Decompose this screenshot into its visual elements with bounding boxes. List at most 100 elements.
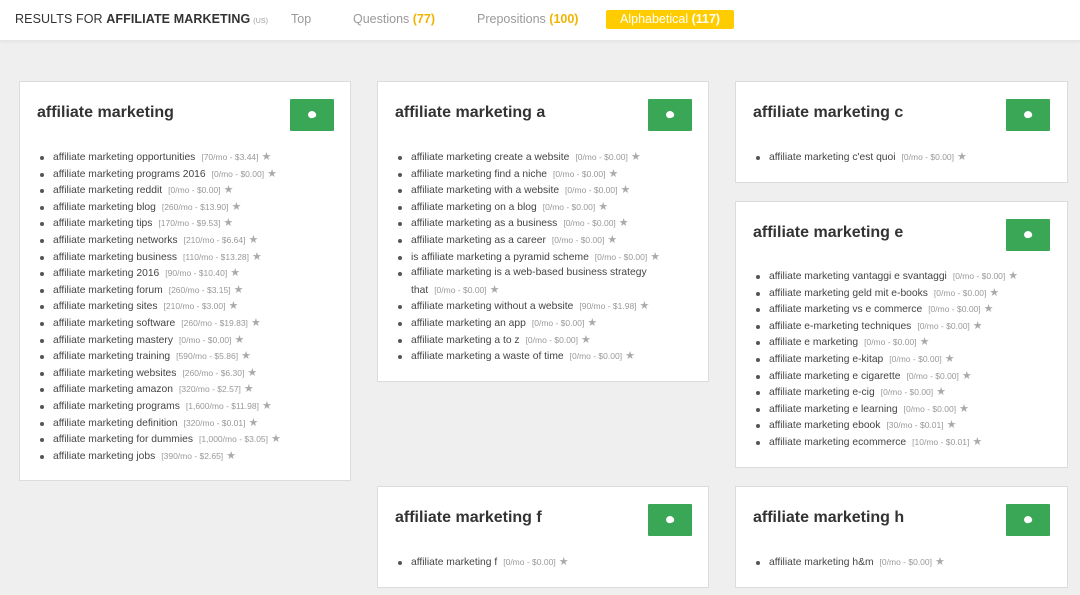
suggestion-text[interactable]: affiliate marketing ebook xyxy=(769,420,880,431)
copy-button[interactable] xyxy=(1006,219,1050,251)
suggestion-item[interactable]: affiliate marketing tips [170/mo - $9.53]… xyxy=(40,215,281,232)
suggestion-item[interactable]: affiliate marketing create a website [0/m… xyxy=(397,149,660,166)
suggestion-item[interactable]: affiliate marketing networks [210/mo - $6… xyxy=(40,232,281,249)
star-icon[interactable]: ★ xyxy=(241,350,251,362)
suggestion-text[interactable]: affiliate marketing opportunities xyxy=(53,152,195,163)
suggestion-item[interactable]: affiliate marketing geld mit e-books [0/m… xyxy=(755,285,1018,302)
suggestion-text[interactable]: affiliate marketing as a business xyxy=(411,218,557,229)
suggestion-text[interactable]: affiliate marketing amazon xyxy=(53,384,173,395)
star-icon[interactable]: ★ xyxy=(957,151,967,163)
suggestion-text[interactable]: affiliate marketing for dummies xyxy=(53,434,193,445)
tab-alphabetical[interactable]: Alphabetical (117) xyxy=(606,10,735,29)
suggestion-item[interactable]: affiliate marketing reddit [0/mo - $0.00]… xyxy=(40,182,281,199)
copy-button[interactable] xyxy=(1006,504,1050,536)
suggestion-text[interactable]: affiliate marketing is a web-based busin… xyxy=(411,267,647,278)
star-icon[interactable]: ★ xyxy=(262,151,272,163)
suggestion-text[interactable]: affiliate marketing sites xyxy=(53,301,158,312)
suggestion-item[interactable]: affiliate marketing on a blog [0/mo - $0.… xyxy=(397,199,660,216)
suggestion-text[interactable]: is affiliate marketing a pyramid scheme xyxy=(411,252,589,263)
star-icon[interactable]: ★ xyxy=(962,370,972,382)
star-icon[interactable]: ★ xyxy=(249,417,259,429)
suggestion-item[interactable]: affiliate marketing an app [0/mo - $0.00]… xyxy=(397,315,660,332)
star-icon[interactable]: ★ xyxy=(226,450,236,462)
suggestion-item[interactable]: affiliate marketing vs e commerce [0/mo -… xyxy=(755,301,1018,318)
star-icon[interactable]: ★ xyxy=(607,234,617,246)
suggestion-item[interactable]: affiliate marketing f [0/mo - $0.00] ★ xyxy=(398,554,569,571)
star-icon[interactable]: ★ xyxy=(920,336,930,348)
star-icon[interactable]: ★ xyxy=(936,386,946,398)
suggestion-text[interactable]: affiliate marketing a waste of time xyxy=(411,351,564,362)
star-icon[interactable]: ★ xyxy=(959,403,969,415)
star-icon[interactable]: ★ xyxy=(248,234,258,246)
suggestion-text[interactable]: affiliate marketing with a website xyxy=(411,185,559,196)
suggestion-text[interactable]: affiliate marketing on a blog xyxy=(411,202,537,213)
suggestion-item[interactable]: affiliate marketing 2016 [90/mo - $10.40]… xyxy=(40,265,281,282)
suggestion-item[interactable]: affiliate marketing with a website [0/mo … xyxy=(397,182,660,199)
star-icon[interactable]: ★ xyxy=(989,287,999,299)
star-icon[interactable]: ★ xyxy=(231,201,241,213)
tab-top[interactable]: Top xyxy=(291,10,311,29)
suggestion-text[interactable]: affiliate marketing forum xyxy=(53,285,163,296)
suggestion-text[interactable]: affiliate marketing c'est quoi xyxy=(769,152,896,163)
suggestion-text[interactable]: affiliate marketing software xyxy=(53,318,175,329)
suggestion-item[interactable]: affiliate e-marketing techniques [0/mo - … xyxy=(755,318,1018,335)
star-icon[interactable]: ★ xyxy=(621,184,631,196)
star-icon[interactable]: ★ xyxy=(490,284,500,296)
suggestion-text[interactable]: affiliate marketing e cigarette xyxy=(769,371,900,382)
suggestion-item[interactable]: affiliate marketing jobs [390/mo - $2.65]… xyxy=(40,448,281,465)
suggestion-text[interactable]: affiliate marketing a to z xyxy=(411,335,520,346)
suggestion-item[interactable]: is affiliate marketing a pyramid scheme [… xyxy=(397,249,660,266)
suggestion-text[interactable]: affiliate marketing e-kitap xyxy=(769,354,883,365)
tab-prepositions[interactable]: Prepositions (100) xyxy=(477,10,578,29)
star-icon[interactable]: ★ xyxy=(973,320,983,332)
suggestion-text[interactable]: affiliate marketing 2016 xyxy=(53,268,159,279)
suggestion-item[interactable]: affiliate marketing amazon [320/mo - $2.5… xyxy=(40,381,281,398)
suggestion-text[interactable]: affiliate marketing vs e commerce xyxy=(769,304,922,315)
suggestion-text[interactable]: affiliate marketing tips xyxy=(53,218,152,229)
suggestion-item[interactable]: affiliate marketing definition [320/mo - … xyxy=(40,415,281,432)
star-icon[interactable]: ★ xyxy=(224,184,234,196)
suggestion-text[interactable]: affiliate marketing ecommerce xyxy=(769,437,906,448)
suggestion-item[interactable]: affiliate marketing blog [260/mo - $13.90… xyxy=(40,199,281,216)
suggestion-item[interactable]: affiliate marketing as a business [0/mo -… xyxy=(397,215,660,232)
suggestion-text[interactable]: affiliate marketing business xyxy=(53,252,177,263)
suggestion-item[interactable]: affiliate marketing software [260/mo - $1… xyxy=(40,315,281,332)
star-icon[interactable]: ★ xyxy=(650,251,660,263)
suggestion-item[interactable]: affiliate marketing sites [210/mo - $3.00… xyxy=(40,298,281,315)
star-icon[interactable]: ★ xyxy=(251,317,261,329)
suggestion-text-continued[interactable]: that xyxy=(411,285,428,296)
suggestion-item[interactable]: affiliate marketing programs [1,600/mo - … xyxy=(40,398,281,415)
suggestion-item[interactable]: affiliate marketing a waste of time [0/mo… xyxy=(397,348,660,365)
suggestion-text[interactable]: affiliate marketing websites xyxy=(53,368,176,379)
suggestion-text[interactable]: affiliate marketing reddit xyxy=(53,185,162,196)
star-icon[interactable]: ★ xyxy=(619,217,629,229)
suggestion-text[interactable]: affiliate e marketing xyxy=(769,337,858,348)
suggestion-text[interactable]: affiliate marketing programs 2016 xyxy=(53,169,206,180)
suggestion-item[interactable]: affiliate marketing opportunities [70/mo … xyxy=(40,149,281,166)
suggestion-text[interactable]: affiliate marketing h&m xyxy=(769,557,874,568)
suggestion-item[interactable]: affiliate marketing e cigarette [0/mo - $… xyxy=(755,368,1018,385)
suggestion-text[interactable]: affiliate marketing e-cig xyxy=(769,387,875,398)
copy-button[interactable] xyxy=(290,99,334,131)
suggestion-text[interactable]: affiliate marketing definition xyxy=(53,418,178,429)
star-icon[interactable]: ★ xyxy=(935,556,945,568)
star-icon[interactable]: ★ xyxy=(230,267,240,279)
suggestion-item[interactable]: affiliate marketing mastery [0/mo - $0.00… xyxy=(40,332,281,349)
suggestion-item[interactable]: affiliate marketing e learning [0/mo - $0… xyxy=(755,401,1018,418)
star-icon[interactable]: ★ xyxy=(223,217,233,229)
suggestion-text[interactable]: affiliate marketing f xyxy=(411,557,497,568)
star-icon[interactable]: ★ xyxy=(587,317,597,329)
star-icon[interactable]: ★ xyxy=(581,334,591,346)
star-icon[interactable]: ★ xyxy=(559,556,569,568)
star-icon[interactable]: ★ xyxy=(228,300,238,312)
tab-questions[interactable]: Questions (77) xyxy=(353,10,435,29)
star-icon[interactable]: ★ xyxy=(267,168,277,180)
suggestion-text[interactable]: affiliate marketing vantaggi e svantaggi xyxy=(769,271,947,282)
suggestion-item[interactable]: affiliate marketing training [590/mo - $5… xyxy=(40,348,281,365)
star-icon[interactable]: ★ xyxy=(984,303,994,315)
suggestion-text[interactable]: affiliate marketing as a career xyxy=(411,235,546,246)
suggestion-item[interactable]: affiliate marketing c'est quoi [0/mo - $0… xyxy=(756,149,967,166)
suggestion-item[interactable]: affiliate marketing for dummies [1,000/mo… xyxy=(40,431,281,448)
suggestion-item[interactable]: affiliate marketing programs 2016 [0/mo -… xyxy=(40,166,281,183)
suggestion-text[interactable]: affiliate marketing jobs xyxy=(53,451,155,462)
